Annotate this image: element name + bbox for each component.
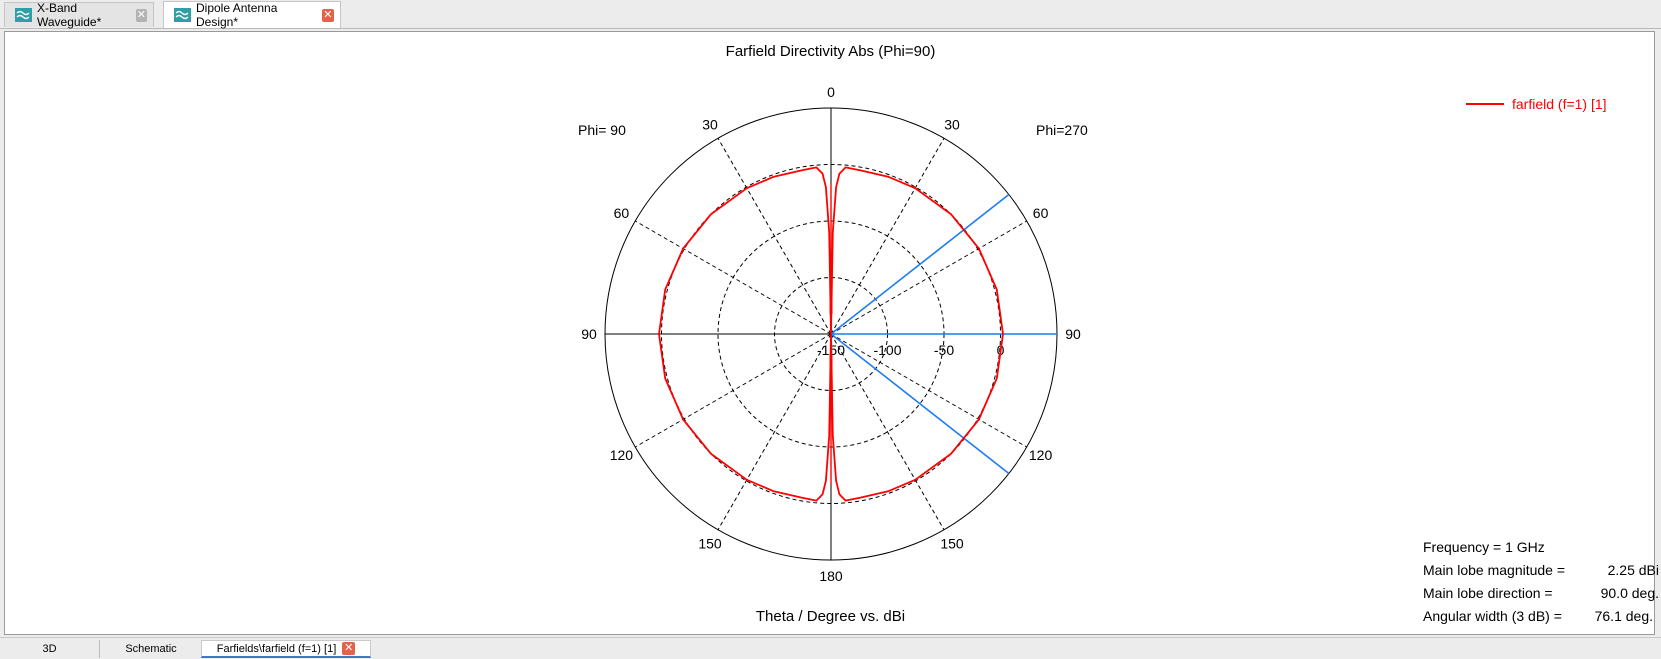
angle-tick-label: 120 xyxy=(1029,447,1053,463)
legend-label: farfield (f=1) [1] xyxy=(1512,96,1607,112)
grid-spoke xyxy=(830,220,1027,335)
tab-x-band-waveguide[interactable]: X-Band Waveguide* ✕ xyxy=(4,1,154,29)
angle-tick-label: 0 xyxy=(827,84,835,100)
main-lobe-magnitude-value: 2.25 dBi xyxy=(1607,562,1659,578)
farfield-plot-panel: Farfield Directivity Abs (Phi=90) Phi= 9… xyxy=(4,31,1659,635)
waveguide-icon xyxy=(174,8,191,22)
tab-dipole-antenna-design[interactable]: Dipole Antenna Design* ✕ xyxy=(163,1,341,29)
angle-tick-label: 30 xyxy=(702,116,718,132)
beamwidth-line xyxy=(830,333,1010,475)
document-tab-bar: X-Band Waveguide* ✕ Dipole Antenna Desig… xyxy=(0,0,1661,29)
legend: farfield (f=1) [1] xyxy=(1466,96,1607,112)
angle-tick-label: 60 xyxy=(614,205,630,221)
tab-label: Dipole Antenna Design* xyxy=(196,1,278,29)
tab-label: Farfields\farfield (f=1) [1] xyxy=(216,642,337,655)
view-tab-bar: 3D Schematic Farfields\farfield (f=1) [1… xyxy=(0,637,1661,659)
tab-3d[interactable]: 3D xyxy=(0,640,100,658)
radial-tick-label: -100 xyxy=(873,342,901,358)
polar-chart: 0306090120150180306090120150-150 -100 -50 0 xyxy=(581,84,1081,584)
waveguide-icon xyxy=(15,8,32,22)
main-lobe-magnitude-row: Main lobe magnitude = 2.25 dBi xyxy=(1423,559,1659,582)
beamwidth-line xyxy=(830,193,1010,335)
tab-label: Schematic xyxy=(125,643,177,655)
tab-label: 3D xyxy=(42,643,57,655)
close-icon[interactable]: ✕ xyxy=(342,642,356,655)
main-lobe-magnitude-label: Main lobe magnitude = xyxy=(1423,562,1566,578)
main-lobe-direction-value: 90.0 deg. xyxy=(1600,585,1659,601)
x-axis-label: Theta / Degree vs. dBi xyxy=(755,608,906,625)
angle-tick-label: 60 xyxy=(1033,205,1049,221)
main-lobe-direction-label: Main lobe direction = xyxy=(1423,585,1553,601)
angle-tick-label: 120 xyxy=(610,447,634,463)
main-lobe-direction-row: Main lobe direction = 90.0 deg. xyxy=(1423,582,1659,605)
tab-label: X-Band Waveguide* xyxy=(37,1,102,29)
angle-tick-label: 150 xyxy=(698,536,722,552)
close-icon[interactable]: ✕ xyxy=(321,8,334,22)
angle-tick-label: 90 xyxy=(1065,326,1081,342)
angle-tick-label: 180 xyxy=(819,568,843,584)
angle-tick-label: 150 xyxy=(940,536,964,552)
frequency-text: Frequency = 1 GHz xyxy=(1423,539,1545,555)
radial-tick-label: -50 xyxy=(934,342,954,358)
tab-farfields[interactable]: Farfields\farfield (f=1) [1] ✕ xyxy=(201,640,371,658)
angle-tick-label: 30 xyxy=(944,116,960,132)
close-icon[interactable]: ✕ xyxy=(135,8,147,22)
legend-swatch xyxy=(1466,103,1504,105)
tab-schematic[interactable]: Schematic xyxy=(102,640,200,658)
angle-tick-label: 90 xyxy=(581,326,597,342)
frequency-row: Frequency = 1 GHz xyxy=(1423,536,1659,559)
